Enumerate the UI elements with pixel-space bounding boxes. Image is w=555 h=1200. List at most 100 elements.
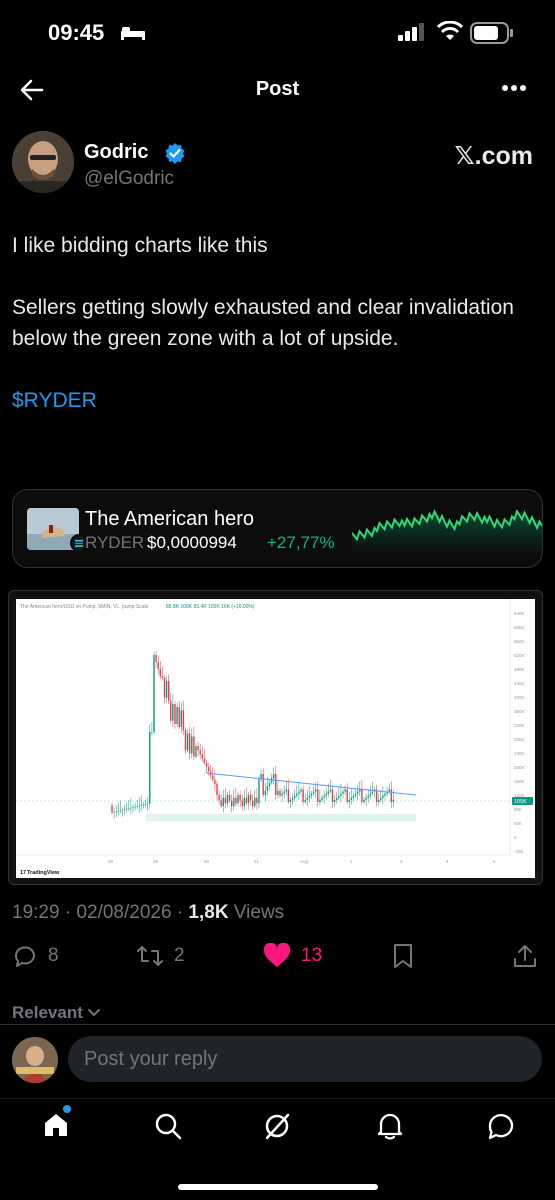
token-card[interactable]: The American hero RYDER $0,0000994 +27,7… [12,489,543,568]
candle-body [336,797,338,800]
candle-body [113,811,115,813]
bottom-tab-bar [0,1098,555,1200]
share-icon [514,945,536,967]
y-tick-label: 560K [514,639,525,644]
tradingview-chart: The American hero/USD on Pump, 5MIN, VL,… [16,599,535,878]
candle-body [359,789,361,792]
like-button[interactable]: 13 [263,943,322,969]
candle-body [186,733,189,751]
candle-body [247,795,250,804]
post-meta: 19:29 · 02/08/2026 · 1,8K Views [12,902,285,923]
reply-count: 8 [48,945,59,966]
candle-body [203,758,206,763]
wifi-icon [437,21,463,40]
candle-body [325,793,327,796]
candle-body [128,808,130,809]
candle-body [134,806,136,808]
candle-body [142,804,145,806]
x-tick-label: 30 [204,859,210,864]
post-author: Godric @elGodric 𝕏.com [12,131,543,197]
candle-body [140,805,143,806]
y-tick-label: 520K [514,653,525,658]
candle-body [149,732,151,804]
candle-body [235,797,237,804]
candle-body [367,795,369,798]
svg-text:17: 17 [20,870,26,876]
messages-icon[interactable] [486,1111,516,1141]
candle-body [338,795,340,798]
candle-body [344,789,346,792]
candle-body [287,789,290,802]
candle-body [342,791,344,794]
candle-body [123,809,126,810]
views-count[interactable]: 1,8K [188,902,228,923]
y-tick-label: -40K [514,849,524,854]
candle-body [285,789,287,792]
y-tick-label: 40K [514,821,522,826]
like-count: 13 [301,945,323,966]
candle-body [111,805,113,813]
candle-body [256,797,258,804]
candle-body [390,789,392,802]
candle-body [327,791,329,794]
candle-body [273,774,275,779]
bookmark-button[interactable] [392,943,414,969]
candle-body [117,810,119,812]
candle-body [369,793,371,796]
candle-body [191,736,193,754]
x-watermark: 𝕏.com [454,142,534,170]
tradingview-logo: TradingView [27,870,60,876]
reply-button[interactable]: 8 [12,943,59,969]
reply-input[interactable] [68,1036,542,1082]
more-options-icon[interactable] [501,84,527,92]
candle-body [382,795,384,798]
candle-body [212,775,214,780]
y-tick-label: 240K [514,751,525,756]
y-tick-label: 440K [514,681,525,686]
candle-body [388,789,390,792]
candle-body [153,655,155,732]
author-display-name[interactable]: Godric [84,141,148,164]
candle-body [119,810,122,811]
token-ticker: RYDER [85,533,145,552]
candle-body [323,795,325,798]
x-tick-label: Aug [300,859,309,864]
cashtag-link[interactable]: $RYDER [12,389,97,412]
candle-body [151,732,153,733]
candle-body [281,793,283,796]
candlestick-chart: The American hero/USD on Pump, 5MIN, VL,… [16,599,533,876]
candle-body [176,707,178,724]
y-tick-label: 600K [514,625,525,630]
candle-body [138,805,140,807]
reply-sort-selector[interactable]: Relevant [12,1003,101,1023]
candle-body [249,795,252,801]
candle-body [239,795,241,801]
grok-icon[interactable] [262,1111,292,1141]
share-button[interactable] [512,943,538,969]
author-handle[interactable]: @elGodric [84,168,174,190]
repost-count: 2 [174,945,185,966]
candle-body [233,797,235,807]
notifications-bell-icon[interactable] [376,1111,404,1141]
home-icon[interactable] [42,1111,70,1139]
chart-image[interactable]: The American hero/USD on Pump, 5MIN, VL,… [8,590,543,885]
repost-button[interactable]: 2 [136,943,185,969]
home-indicator [178,1184,378,1190]
candle-body [340,793,342,796]
candle-body [315,789,317,792]
token-sparkline [352,509,542,554]
candle-body [180,710,182,728]
user-avatar[interactable] [12,1037,58,1083]
candle-body [268,782,271,787]
y-tick-label: 400K [514,695,525,700]
candle-body [159,669,161,676]
candle-body [121,809,124,811]
y-tick-label: 320K [514,723,525,728]
y-tick-label: 640K [514,611,525,616]
author-avatar[interactable] [12,131,74,193]
post-paragraph: Sellers getting slowly exhausted and cle… [12,296,514,350]
candle-body [262,774,264,795]
candle-body [199,750,201,755]
post-paragraph: I like bidding charts like this [12,234,268,257]
search-icon[interactable] [153,1111,183,1141]
